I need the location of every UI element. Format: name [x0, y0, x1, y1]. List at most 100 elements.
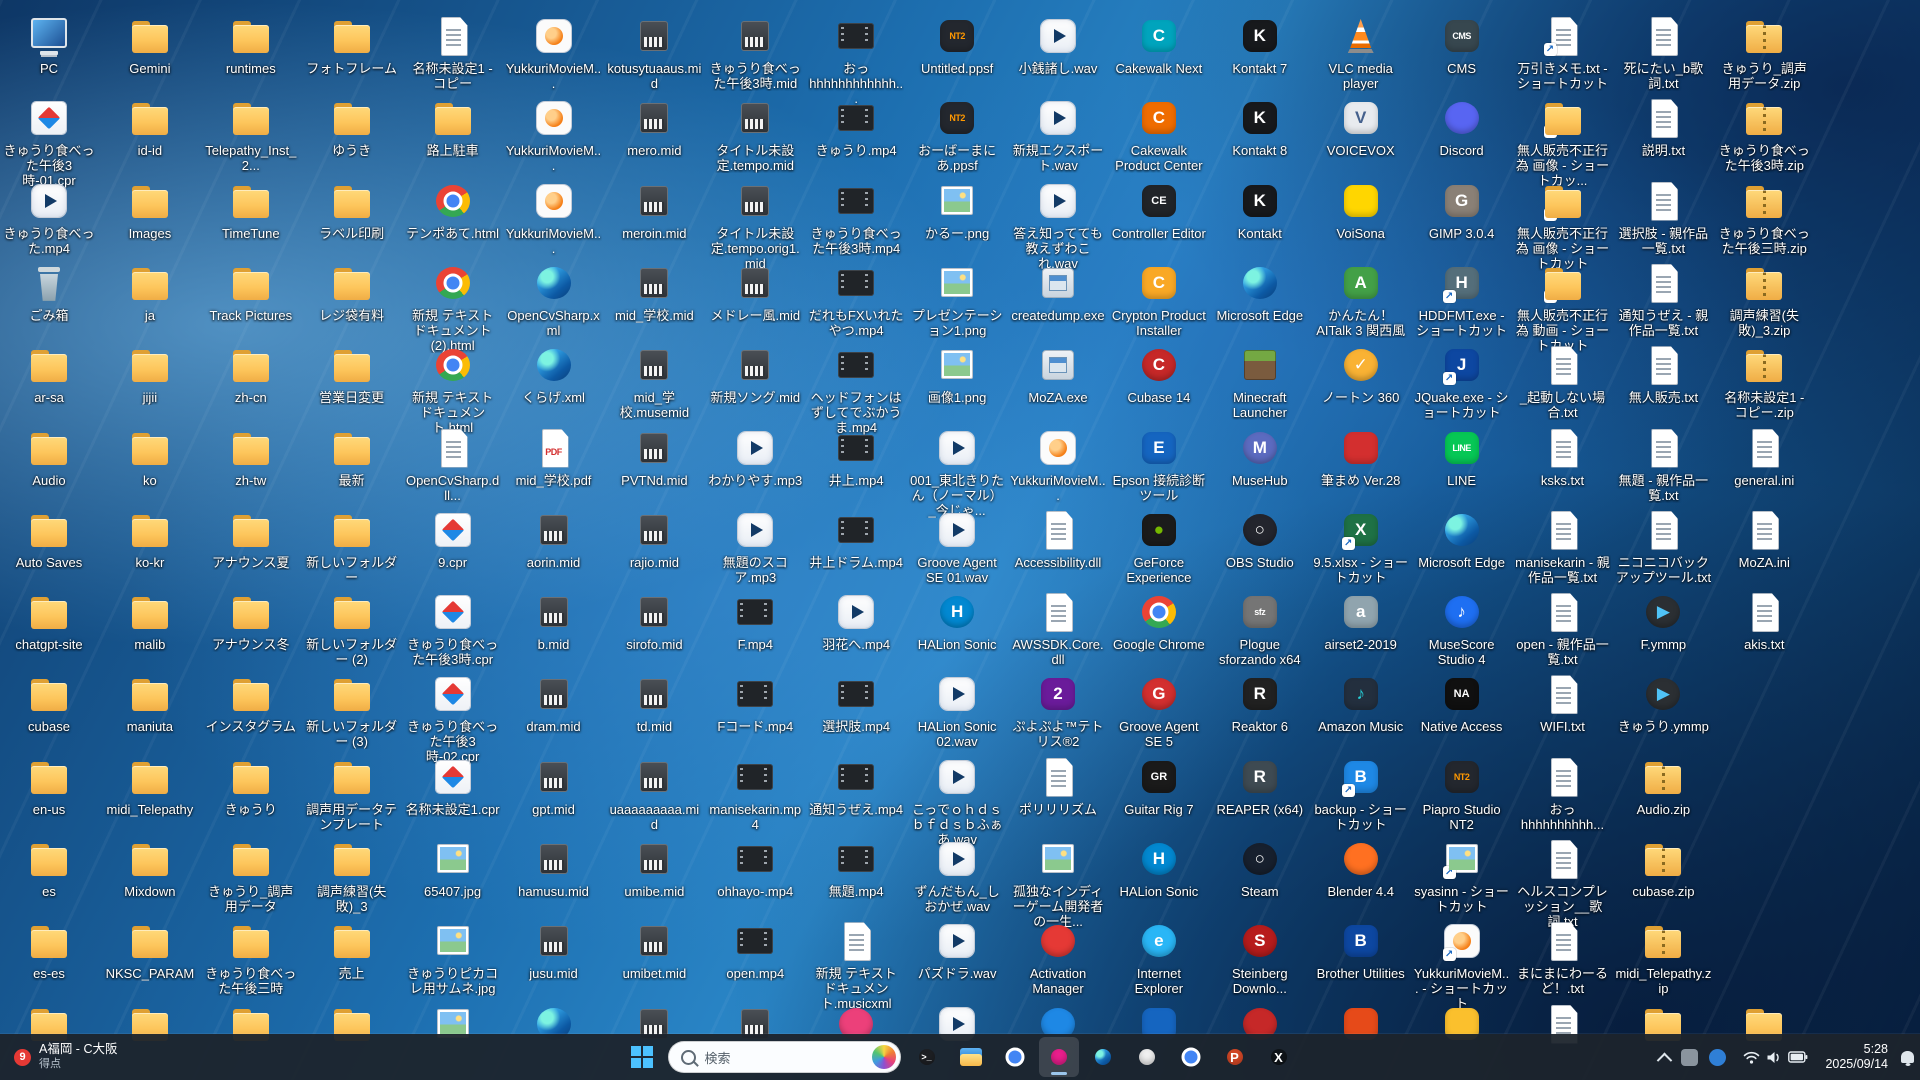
desktop-icon[interactable]: フォトフレーム: [304, 14, 400, 76]
desktop-icon[interactable]: Google Chrome: [1111, 590, 1207, 652]
desktop-icon[interactable]: YukkuriMovieM...: [1010, 426, 1106, 503]
desktop-icon[interactable]: CCrypton Product Installer: [1111, 261, 1207, 338]
desktop-icon[interactable]: きゅうり食べった午後3時-02.cpr: [405, 672, 501, 764]
desktop-icon[interactable]: J↗JQuake.exe - ショートカット: [1414, 343, 1510, 420]
desktop-icon[interactable]: open - 親作品一覧.txt: [1515, 590, 1611, 667]
desktop-icon[interactable]: sirofo.mid: [606, 590, 702, 652]
desktop-icon[interactable]: YukkuriMovieM...: [506, 179, 602, 256]
desktop-icon[interactable]: Minecraft Launcher: [1212, 343, 1308, 420]
desktop-icon[interactable]: 孤独なインディーゲーム開発者の一生...: [1010, 837, 1106, 929]
desktop-icon[interactable]: Audio: [1, 426, 97, 488]
desktop-icon[interactable]: zh-tw: [203, 426, 299, 488]
desktop-icon[interactable]: B↗backup - ショートカット: [1313, 755, 1409, 832]
desktop-icon[interactable]: CCakewalk Product Center: [1111, 96, 1207, 173]
tray-gray-app-icon[interactable]: [1681, 1049, 1698, 1066]
desktop-icon[interactable]: Aかんたん！AITalk 3 関西風: [1313, 261, 1409, 338]
desktop-icon[interactable]: 新規 テキスト ドキュメント (2).html: [405, 261, 501, 353]
desktop-icon[interactable]: CEController Editor: [1111, 179, 1207, 241]
taskbar-app-white-app[interactable]: [1127, 1037, 1167, 1077]
desktop-icon[interactable]: 新規ソング.mid: [707, 343, 803, 405]
desktop-icon[interactable]: ✓ノートン 360: [1313, 343, 1409, 405]
desktop-icon[interactable]: 説明.txt: [1615, 96, 1711, 158]
desktop-icon[interactable]: 新規 テキスト ドキュメント.musicxml: [808, 919, 904, 1011]
desktop-icon[interactable]: jusu.mid: [506, 919, 602, 981]
desktop-icon[interactable]: YukkuriMovieM...: [506, 14, 602, 91]
desktop-icon[interactable]: CCubase 14: [1111, 343, 1207, 405]
desktop-icon[interactable]: NANative Access: [1414, 672, 1510, 734]
desktop-icon[interactable]: RREAPER (x64): [1212, 755, 1308, 817]
desktop-icon[interactable]: ○OBS Studio: [1212, 508, 1308, 570]
desktop-icon[interactable]: manisekarin - 親作品一覧.txt: [1515, 508, 1611, 585]
desktop-icon[interactable]: en-us: [1, 755, 97, 817]
desktop-icon[interactable]: PDFmid_学校.pdf: [506, 426, 602, 488]
desktop-icon[interactable]: インスタグラム: [203, 672, 299, 734]
desktop-icon[interactable]: きゅうり食べった午後3時.zip: [1716, 96, 1812, 173]
desktop-icon[interactable]: meroin.mid: [606, 179, 702, 241]
desktop-icon[interactable]: Discord: [1414, 96, 1510, 158]
desktop-icon[interactable]: _起動しない場合.txt: [1515, 343, 1611, 420]
taskbar-app-music-app[interactable]: [1039, 1037, 1079, 1077]
desktop-icon[interactable]: HALion Sonic 02.wav: [909, 672, 1005, 749]
desktop-icon[interactable]: まにまにわーるど！.txt: [1515, 919, 1611, 996]
desktop-icon[interactable]: aairset2-2019: [1313, 590, 1409, 652]
taskbar-app-x-app[interactable]: X: [1259, 1037, 1299, 1077]
desktop-icon[interactable]: Microsoft Edge: [1414, 508, 1510, 570]
taskbar-app-powerpoint[interactable]: P: [1215, 1037, 1255, 1077]
desktop-icon[interactable]: mid_学校.mid: [606, 261, 702, 323]
desktop-icon[interactable]: NKSC_PARAM: [102, 919, 198, 981]
desktop-icon[interactable]: ニコニコバックアップツール.txt: [1615, 508, 1711, 585]
desktop-icon[interactable]: 調声練習(失敗)_3.zip: [1716, 261, 1812, 338]
desktop-icon[interactable]: きゅうり食べった午後三時: [203, 919, 299, 996]
desktop-icon[interactable]: 路上駐車: [405, 96, 501, 158]
desktop-icon[interactable]: ラベル印刷: [304, 179, 400, 241]
desktop-icon[interactable]: F.mp4: [707, 590, 803, 652]
desktop-icon[interactable]: ↗無人販売不正行為 画像 - ショートカッ...: [1515, 96, 1611, 188]
desktop-icon[interactable]: Activation Manager: [1010, 919, 1106, 996]
desktop-icon[interactable]: 名称未設定1 - コピー: [405, 14, 501, 91]
desktop-icon[interactable]: es: [1, 837, 97, 899]
desktop-icon[interactable]: きゅうり食べった.mp4: [1, 179, 97, 256]
desktop-icon[interactable]: 無人販売.txt: [1615, 343, 1711, 405]
desktop-icon[interactable]: ↗YukkuriMovieM... - ショートカット: [1414, 919, 1510, 1011]
desktop-icon[interactable]: malib: [102, 590, 198, 652]
desktop-icon[interactable]: Accessibility.dll: [1010, 508, 1106, 570]
desktop-icon[interactable]: 調声練習(失敗)_3: [304, 837, 400, 914]
desktop-icon[interactable]: Microsoft Edge: [1212, 261, 1308, 323]
desktop-icon[interactable]: KKontakt 8: [1212, 96, 1308, 158]
desktop-icon[interactable]: 9.cpr: [405, 508, 501, 570]
notification-bell-icon[interactable]: [1901, 1051, 1914, 1063]
desktop-icon[interactable]: PC: [1, 14, 97, 76]
taskbar-app-file-explorer[interactable]: [951, 1037, 991, 1077]
desktop-icon[interactable]: GRGuitar Rig 7: [1111, 755, 1207, 817]
desktop-icon[interactable]: rajio.mid: [606, 508, 702, 570]
desktop-icon[interactable]: sfzPlogue sforzando x64: [1212, 590, 1308, 667]
desktop-icon[interactable]: H↗HDDFMT.exe - ショートカット: [1414, 261, 1510, 338]
desktop-icon[interactable]: Groove Agent SE 01.wav: [909, 508, 1005, 585]
desktop-icon[interactable]: アナウンス冬: [203, 590, 299, 652]
taskbar-app-chrome-2[interactable]: [1171, 1037, 1211, 1077]
desktop-icon[interactable]: Blender 4.4: [1313, 837, 1409, 899]
desktop-icon[interactable]: createdump.exe: [1010, 261, 1106, 323]
desktop-icon[interactable]: ごみ箱: [1, 261, 97, 323]
desktop-icon[interactable]: akis.txt: [1716, 590, 1812, 652]
desktop-icon[interactable]: ヘッドフォンはずしてでぶかうま.mp4: [808, 343, 904, 435]
quick-settings-button[interactable]: [1737, 1046, 1814, 1069]
desktop-icon[interactable]: 井上.mp4: [808, 426, 904, 488]
desktop-icon[interactable]: hamusu.mid: [506, 837, 602, 899]
start-button[interactable]: [622, 1037, 662, 1077]
desktop-icon[interactable]: 売上: [304, 919, 400, 981]
desktop-icon[interactable]: タイトル未設定.tempo.mid: [707, 96, 803, 173]
desktop-icon[interactable]: td.mid: [606, 672, 702, 734]
desktop-icon[interactable]: 羽花へ.mp4: [808, 590, 904, 652]
desktop-icon[interactable]: eInternet Explorer: [1111, 919, 1207, 996]
desktop-icon[interactable]: ♪MuseScore Studio 4: [1414, 590, 1510, 667]
desktop-icon[interactable]: きゅうり_調声用データ: [203, 837, 299, 914]
desktop-icon[interactable]: VLC media player: [1313, 14, 1409, 91]
desktop-icon[interactable]: 最新: [304, 426, 400, 488]
desktop-icon[interactable]: 無題のスコア.mp3: [707, 508, 803, 585]
desktop-icon[interactable]: VoiSona: [1313, 179, 1409, 241]
desktop-icon[interactable]: くらげ.xml: [506, 343, 602, 405]
desktop-icon[interactable]: おっhhhhhhhhhh...: [1515, 755, 1611, 832]
desktop-icon[interactable]: 通知うぜえ - 親作品一覧.txt: [1615, 261, 1711, 338]
taskbar-app-terminal[interactable]: >_: [907, 1037, 947, 1077]
